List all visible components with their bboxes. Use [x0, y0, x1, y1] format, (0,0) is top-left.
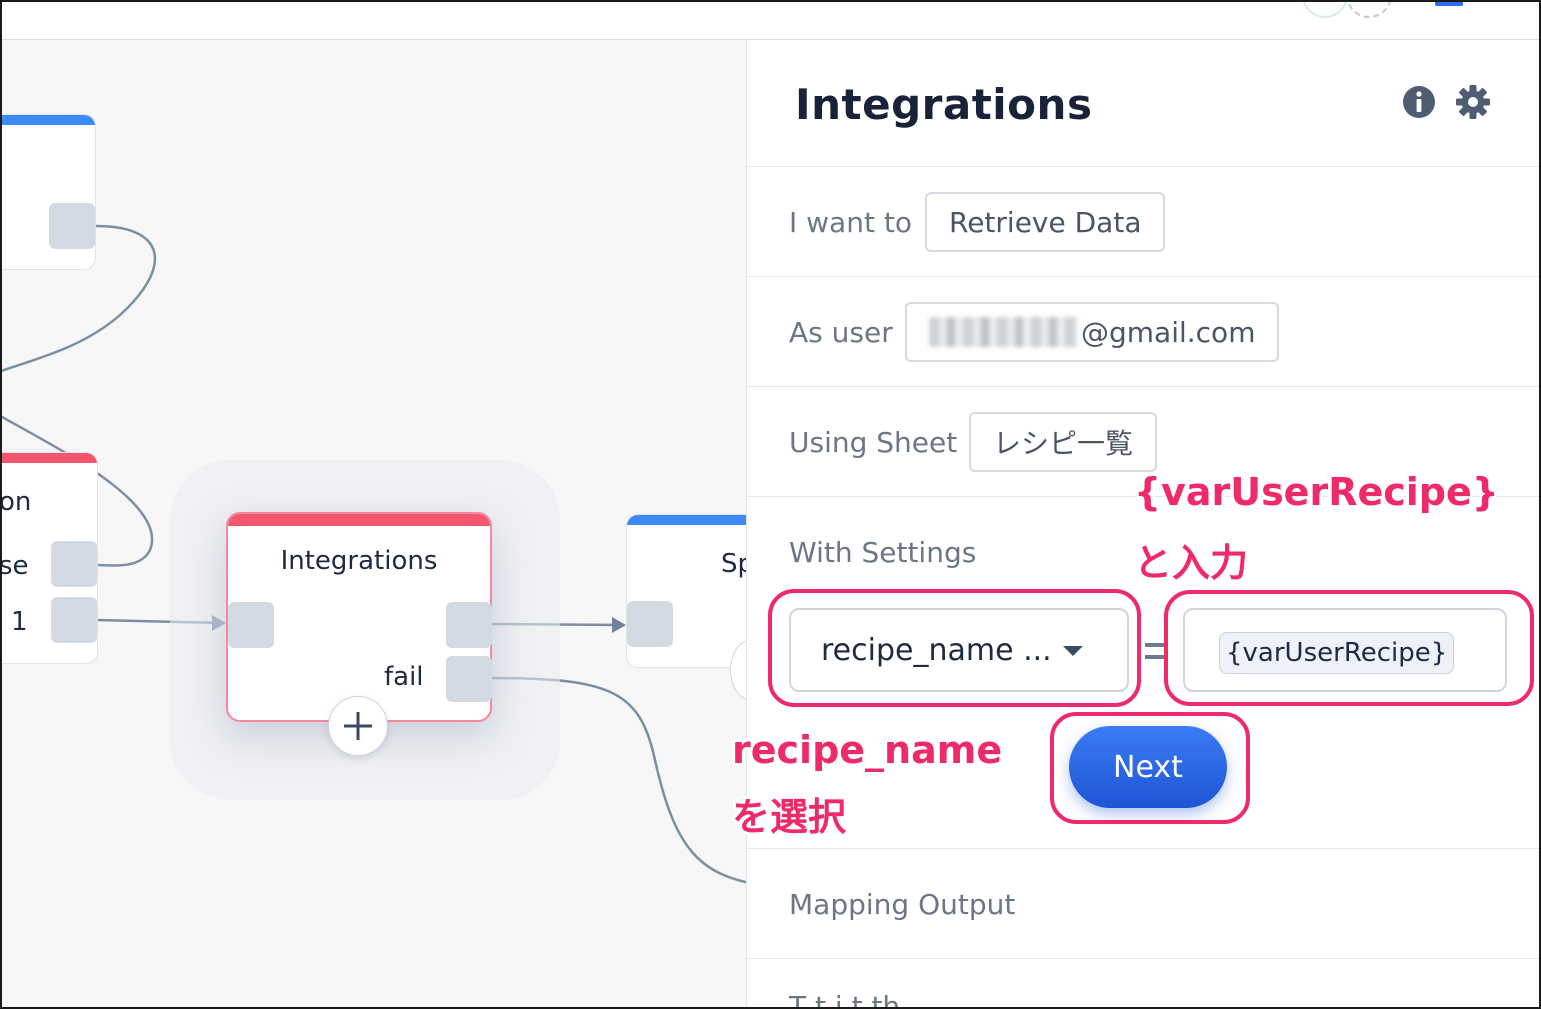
user-label: As user [789, 316, 893, 349]
add-step-button[interactable] [328, 696, 388, 756]
node-output-port[interactable] [51, 541, 97, 587]
annotation-highlight-next [1050, 712, 1250, 824]
fail-label: fail [384, 662, 424, 692]
node-stripe [627, 515, 746, 525]
node-title: on [0, 487, 32, 517]
wire-arrowhead [612, 617, 626, 633]
annotation-highlight-select [768, 589, 1141, 707]
annotation-select-line2: を選択 [732, 795, 847, 839]
plus-icon [344, 712, 372, 740]
node-title: Integrations [280, 546, 438, 576]
settings-label: With Settings [789, 536, 977, 569]
integrations-panel: Integrations I want to Retrieve Data As … [746, 40, 1541, 1009]
flow-node-left-top[interactable] [0, 114, 96, 270]
add-collaborator-avatar[interactable] [1346, 0, 1392, 18]
divider [747, 166, 1541, 167]
mapping-output-label[interactable]: Mapping Output [789, 888, 1015, 921]
node-output-label: 1 [11, 607, 28, 637]
node-input-port[interactable] [228, 602, 274, 648]
flow-node-left-bottom[interactable]: on se 1 [0, 452, 98, 664]
node-output-port-success[interactable] [446, 602, 492, 648]
panel-title: Integrations [795, 80, 1093, 129]
menu-chip[interactable] [1435, 0, 1463, 6]
node-title: Sp [721, 549, 746, 579]
annotation-value-line1: {varUserRecipe} [1134, 470, 1499, 514]
node-stripe [0, 115, 95, 125]
flow-canvas[interactable]: on se 1 Integrations fail Sp [0, 40, 746, 1009]
node-stripe [228, 514, 490, 526]
divider [747, 848, 1541, 849]
annotation-select-line1: recipe_name [732, 728, 1003, 772]
divider [747, 958, 1541, 959]
action-select[interactable]: Retrieve Data [925, 192, 1166, 252]
top-bar [0, 0, 1541, 40]
node-output-port-fail[interactable] [446, 656, 492, 702]
email-domain: @gmail.com [1081, 315, 1256, 349]
gear-icon[interactable] [1455, 84, 1491, 120]
node-stripe [0, 453, 97, 463]
info-icon[interactable] [1401, 84, 1437, 120]
action-label: I want to [789, 206, 912, 239]
user-avatar[interactable] [1302, 0, 1348, 18]
annotation-value-line2: と入力 [1134, 541, 1249, 585]
node-output-label: se [0, 551, 29, 581]
divider [747, 276, 1541, 277]
redacted-email [929, 317, 1077, 347]
node-input-port[interactable] [627, 601, 673, 647]
next-section-label: T t i t th [789, 990, 901, 1009]
node-output-port[interactable] [49, 203, 95, 249]
flow-node-right[interactable]: Sp [626, 514, 746, 668]
annotation-highlight-value [1164, 590, 1534, 706]
sheet-select[interactable]: レシピ一覧 [969, 412, 1158, 472]
sheet-label: Using Sheet [789, 426, 958, 459]
equals-icon [1145, 643, 1165, 659]
user-select[interactable]: @gmail.com [905, 302, 1280, 362]
divider [747, 386, 1541, 387]
node-output-port[interactable] [51, 597, 97, 643]
flow-node-integrations[interactable]: Integrations fail [226, 512, 492, 722]
